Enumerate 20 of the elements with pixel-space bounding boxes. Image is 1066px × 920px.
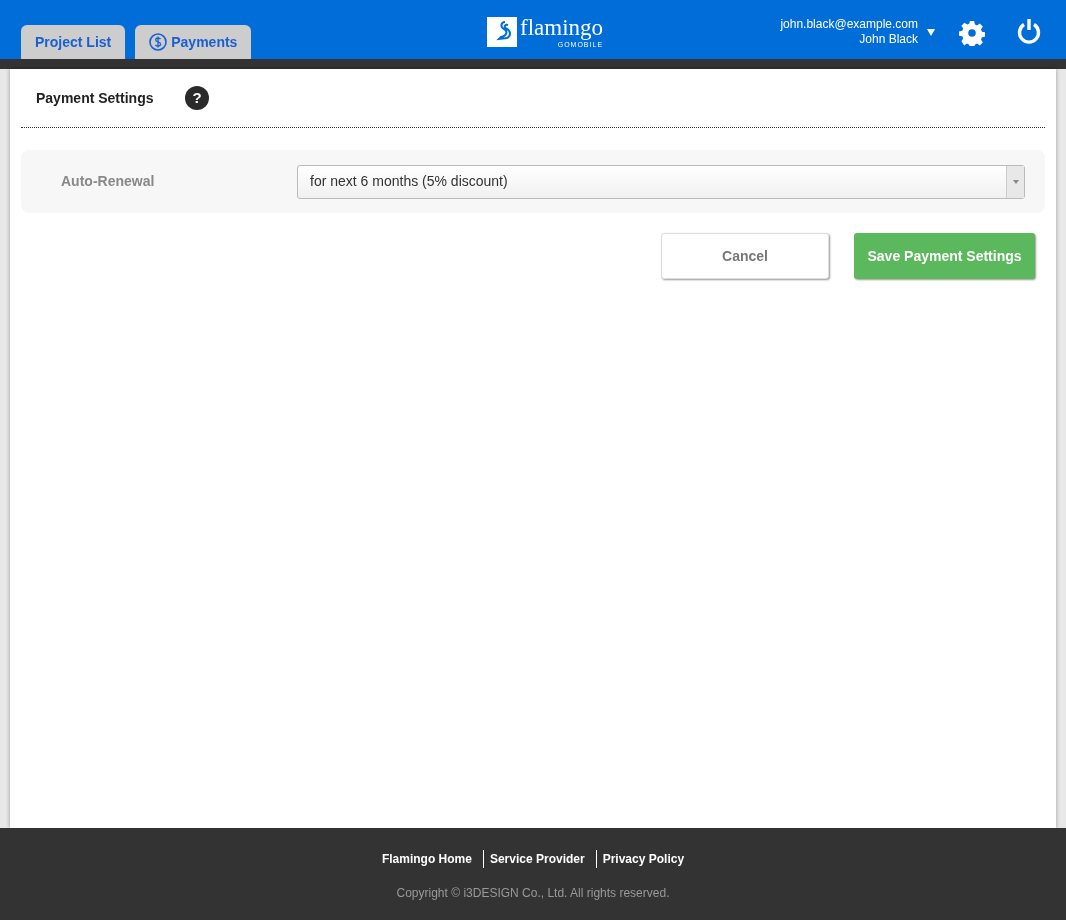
help-icon[interactable]: ? xyxy=(185,86,209,110)
footer-link[interactable]: Service Provider xyxy=(482,850,585,868)
user-name: John Black xyxy=(859,32,918,47)
settings-icon[interactable] xyxy=(959,20,985,46)
caret-icon xyxy=(1012,179,1019,184)
page-title: Payment Settings xyxy=(36,88,155,108)
caret-icon[interactable] xyxy=(927,29,935,36)
user-email: john.black@example.com xyxy=(780,17,918,32)
field-label: Auto-Renewal xyxy=(60,172,156,191)
dollar-icon xyxy=(149,33,168,51)
logo-icon xyxy=(487,17,517,47)
power-icon[interactable] xyxy=(1016,18,1042,45)
logo-text: flamingo xyxy=(520,17,604,39)
copyright-text: Copyright © i3DESIGN Co., Ltd. All rights reserved. xyxy=(396,885,670,902)
nav-tab[interactable]: Payments xyxy=(135,25,252,59)
auto-renewal-select[interactable]: for next 6 months (5% discount) xyxy=(297,164,1025,199)
cancel-button[interactable]: Cancel xyxy=(661,233,829,279)
footer-link[interactable]: Flamingo Home xyxy=(381,850,472,868)
nav-tab[interactable]: Project List xyxy=(21,25,126,59)
footer-link[interactable]: Privacy Policy xyxy=(595,850,685,868)
